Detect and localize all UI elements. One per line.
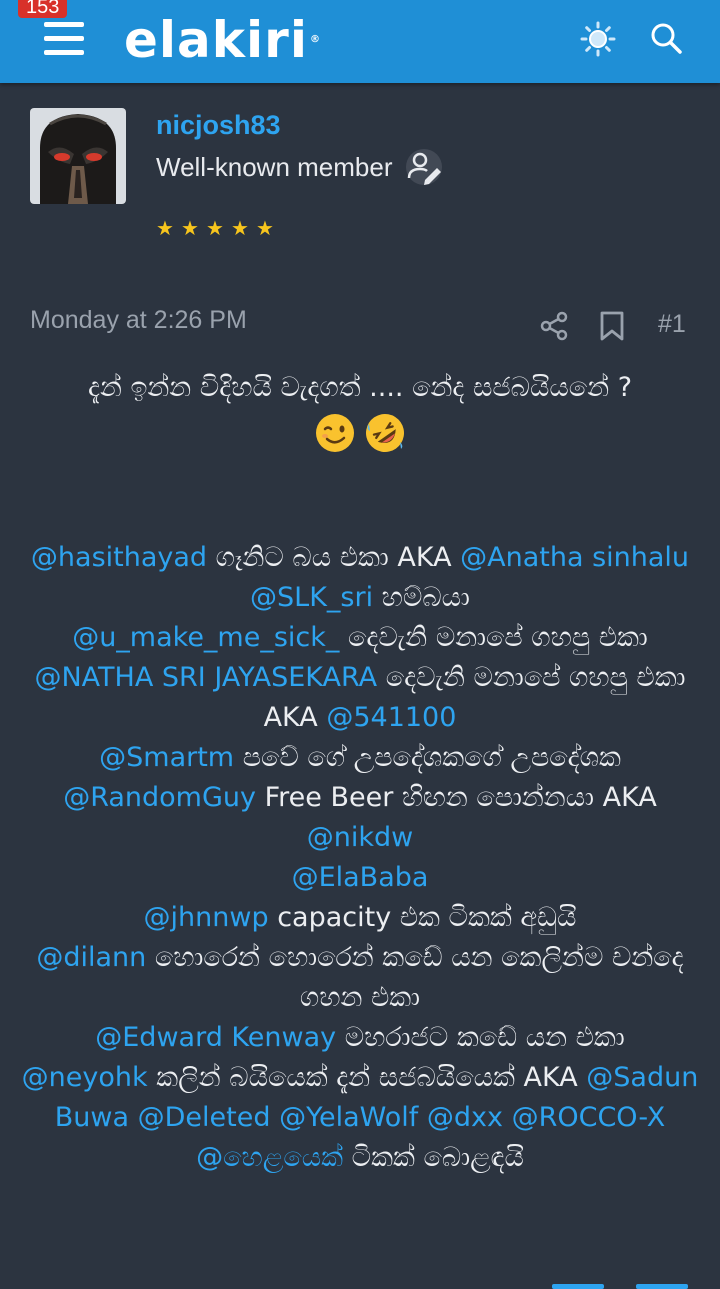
message-line: @SLK_sri හම්බයා <box>20 578 700 618</box>
message-line: @dilann හොරෙන් හොරෙන් කඩේ යන කෙලින්ම චන්… <box>20 938 700 1018</box>
logo-registered-mark: ® <box>309 34 321 45</box>
user-mention-link[interactable]: @dilann <box>36 942 146 973</box>
top-navigation-bar: 153 elakiri ® <box>0 0 720 83</box>
message-line: @jhnnwp capacity එක ටිකක් අඩුයි <box>20 898 700 938</box>
post-message-body: දැන් ඉන්න විදිහයි වැදගත් .... නේද සජබයිය… <box>20 368 700 1178</box>
bottom-toolbar-hint-left <box>552 1284 604 1289</box>
user-avatar[interactable] <box>30 108 126 204</box>
message-text: හොරෙන් හොරෙන් කඩේ යන කෙලින්ම චන්දෙ ගහන එ… <box>146 942 684 1013</box>
user-mention-link[interactable]: @Anatha sinhalu <box>460 542 689 573</box>
user-rating-stars: ★ ★ ★ ★ ★ <box>156 218 276 240</box>
rating-star-icon: ★ <box>181 216 199 240</box>
message-line: @Smartm පවේ ගේ උපදේශකගේ උපදේශක <box>20 738 700 778</box>
message-line: @u_make_me_sick_ දෙවැනි මනාපේ ගහපු එකා <box>20 618 700 658</box>
message-line: @හෙළයෙක් ටිකක් බොළඳයි <box>20 1138 700 1178</box>
post-intro-text: දැන් ඉන්න විදිහයි වැදගත් .... නේද සජබයිය… <box>87 372 633 403</box>
logo-text: elakiri <box>124 11 308 69</box>
post-author-title: Well-known member <box>156 152 393 182</box>
user-mention-link[interactable]: @nikdw <box>307 822 413 853</box>
user-mention-link[interactable]: @RandomGuy <box>63 782 256 813</box>
user-mention-link[interactable]: @Deleted <box>138 1102 271 1133</box>
rolling-on-floor-laughing-emoji-icon <box>366 414 404 452</box>
user-mention-link[interactable]: @Smartm <box>99 742 234 773</box>
user-mention-link[interactable]: @hasithayad <box>31 542 207 573</box>
notification-count-badge[interactable]: 153 <box>18 0 68 18</box>
rating-star-icon: ★ <box>256 216 274 240</box>
message-line: @hasithayad ගෑනිට බය එකා AKA @Anatha sin… <box>20 538 700 578</box>
user-mention-link[interactable]: @dxx <box>427 1102 503 1133</box>
user-mention-link[interactable]: @ElaBaba <box>292 862 429 893</box>
rating-star-icon: ★ <box>156 216 174 240</box>
post-number-link[interactable]: #1 <box>658 310 686 339</box>
message-text: Free Beer හිඟන පොන්නයා AKA <box>255 782 657 813</box>
theme-toggle-sun-icon[interactable] <box>580 21 616 57</box>
message-text: ගෑනිට බය එකා AKA <box>207 542 461 573</box>
message-text: ටිකක් බොළඳයි <box>343 1142 524 1173</box>
bookmark-icon[interactable] <box>598 310 626 342</box>
share-icon[interactable] <box>538 310 570 342</box>
message-line: @Edward Kenway මහරාජට කඩේ යන එකා <box>20 1018 700 1058</box>
site-logo[interactable]: elakiri ® <box>124 10 321 70</box>
bottom-toolbar-hint-right <box>636 1284 688 1289</box>
member-edit-badge-icon <box>406 149 442 185</box>
user-mention-link[interactable]: @u_make_me_sick_ <box>72 622 339 653</box>
post-date[interactable]: Monday at 2:26 PM <box>30 306 247 335</box>
user-mention-link[interactable]: @YelaWolf <box>279 1102 418 1133</box>
hamburger-menu-icon[interactable] <box>44 22 84 56</box>
message-text <box>418 1102 427 1133</box>
emoji-row <box>20 412 700 454</box>
user-mention-link[interactable]: @541100 <box>326 702 456 733</box>
message-text <box>503 1102 512 1133</box>
user-mention-link[interactable]: @neyohk <box>22 1062 148 1093</box>
message-line: @neyohk කලින් බයියෙක් දැන් සජබයියෙක් AKA… <box>20 1058 700 1138</box>
user-mention-link[interactable]: @Edward Kenway <box>95 1022 336 1053</box>
user-mention-link[interactable]: @හෙළයෙක් <box>196 1142 343 1173</box>
message-line: @NATHA SRI JAYASEKARA දෙවැනි මනාපේ ගහපු … <box>20 658 700 738</box>
message-text <box>129 1102 138 1133</box>
avatar-helmet-image <box>30 108 126 204</box>
message-text: capacity එක ටිකක් අඩුයි <box>268 902 577 933</box>
winking-face-emoji-icon <box>316 414 354 452</box>
message-line: @ElaBaba <box>20 858 700 898</box>
user-mention-link[interactable]: @NATHA SRI JAYASEKARA <box>34 662 377 693</box>
message-text: පවේ ගේ උපදේශකගේ උපදේශක <box>234 742 621 773</box>
mention-list: @hasithayad ගෑනිට බය එකා AKA @Anatha sin… <box>20 538 700 1178</box>
message-text: හම්බයා <box>373 582 470 613</box>
message-line: @RandomGuy Free Beer හිඟන පොන්නයා AKA @n… <box>20 778 700 858</box>
message-text <box>270 1102 279 1133</box>
user-mention-link[interactable]: @SLK_sri <box>250 582 373 613</box>
rating-star-icon: ★ <box>206 216 224 240</box>
search-icon[interactable] <box>648 20 684 56</box>
message-text: දෙවැනි මනාපේ ගහපු එකා <box>339 622 648 653</box>
rating-star-icon: ★ <box>231 216 249 240</box>
message-text: මහරාජට කඩේ යන එකා <box>336 1022 625 1053</box>
user-mention-link[interactable]: @ROCCO-X <box>512 1102 666 1133</box>
user-mention-link[interactable]: @jhnnwp <box>144 902 269 933</box>
message-text: කලින් බයියෙක් දැන් සජබයියෙක් AKA <box>147 1062 587 1093</box>
post-author-username[interactable]: nicjosh83 <box>156 110 281 141</box>
